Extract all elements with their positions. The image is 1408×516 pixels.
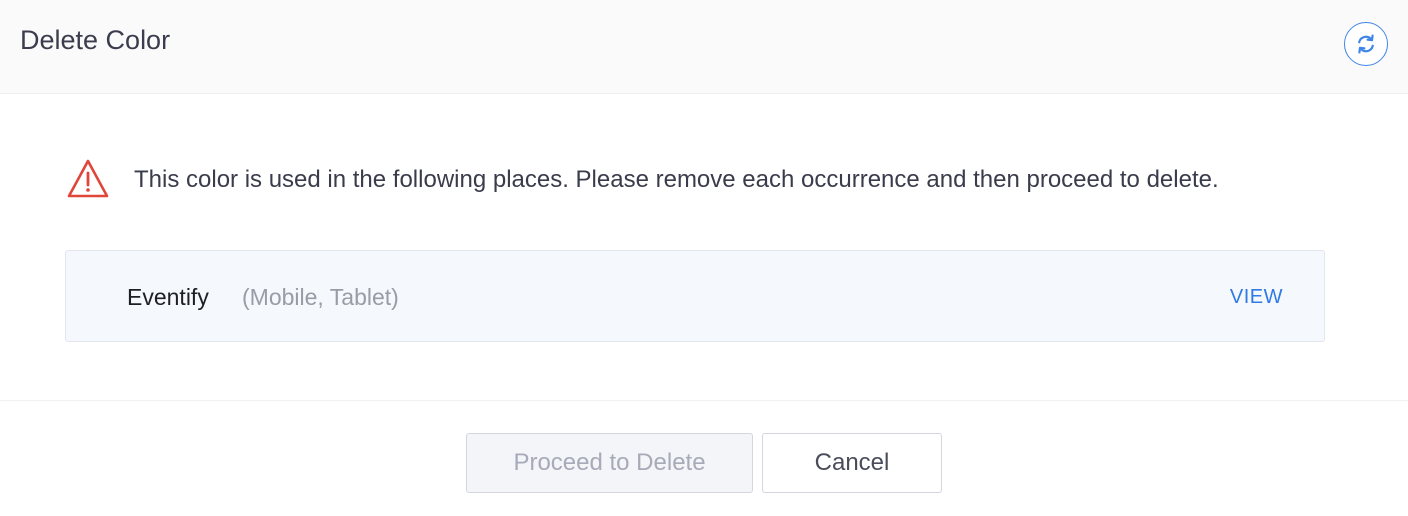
refresh-icon (1358, 34, 1374, 54)
refresh-button[interactable] (1344, 22, 1388, 66)
warning-message-row: This color is used in the following plac… (66, 158, 1366, 202)
usage-app-name: Eventify (127, 284, 209, 310)
delete-color-dialog: Delete Color This color is used in the f… (0, 0, 1408, 516)
footer-divider (0, 400, 1408, 401)
proceed-to-delete-button[interactable]: Proceed to Delete (466, 433, 753, 493)
cancel-button[interactable]: Cancel (762, 433, 942, 493)
warning-text: This color is used in the following plac… (134, 166, 1219, 193)
dialog-header: Delete Color (0, 0, 1408, 94)
warning-triangle-icon (67, 159, 109, 198)
view-usage-link[interactable]: VIEW (1230, 283, 1283, 311)
usage-platforms: (Mobile, Tablet) (242, 284, 399, 310)
usage-list-item: Eventify (Mobile, Tablet) VIEW (65, 250, 1325, 342)
dialog-title: Delete Color (20, 25, 171, 55)
